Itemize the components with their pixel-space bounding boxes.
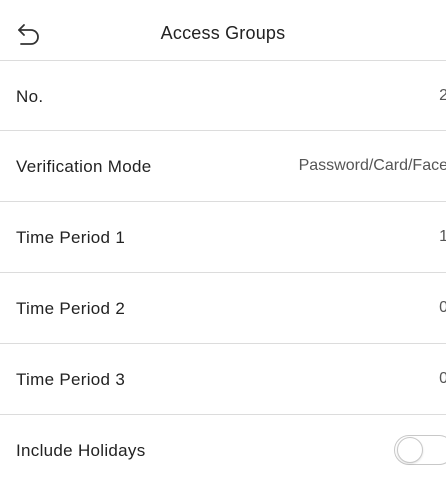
row-value: 0 [439,299,446,316]
row-value: 2 [439,87,446,104]
row-value: Password/Card/Face [298,157,446,174]
toggle-knob [397,437,423,463]
access-groups-screen: Access Groups No. 2 Verification Mode Pa… [0,0,446,481]
settings-list: No. 2 Verification Mode Password/Card/Fa… [0,60,446,481]
row-label: Time Period 1 [16,228,126,247]
row-value: 0 [439,370,446,387]
row-no[interactable]: No. 2 [0,60,446,131]
row-verification-mode[interactable]: Verification Mode Password/Card/Face [0,131,446,202]
row-label: Time Period 3 [16,370,126,389]
row-label: Include Holidays [16,441,146,460]
page-title: Access Groups [160,23,286,43]
row-time-period-1[interactable]: Time Period 1 1 [0,202,446,273]
include-holidays-toggle[interactable] [394,435,446,465]
row-time-period-3[interactable]: Time Period 3 0 [0,344,446,415]
row-value: 1 [439,228,446,245]
row-time-period-2[interactable]: Time Period 2 0 [0,273,446,344]
row-include-holidays: Include Holidays [0,415,446,481]
row-label: Time Period 2 [16,299,126,318]
header-bar: Access Groups [0,0,446,60]
row-label: Verification Mode [16,157,152,176]
row-label: No. [16,87,44,106]
